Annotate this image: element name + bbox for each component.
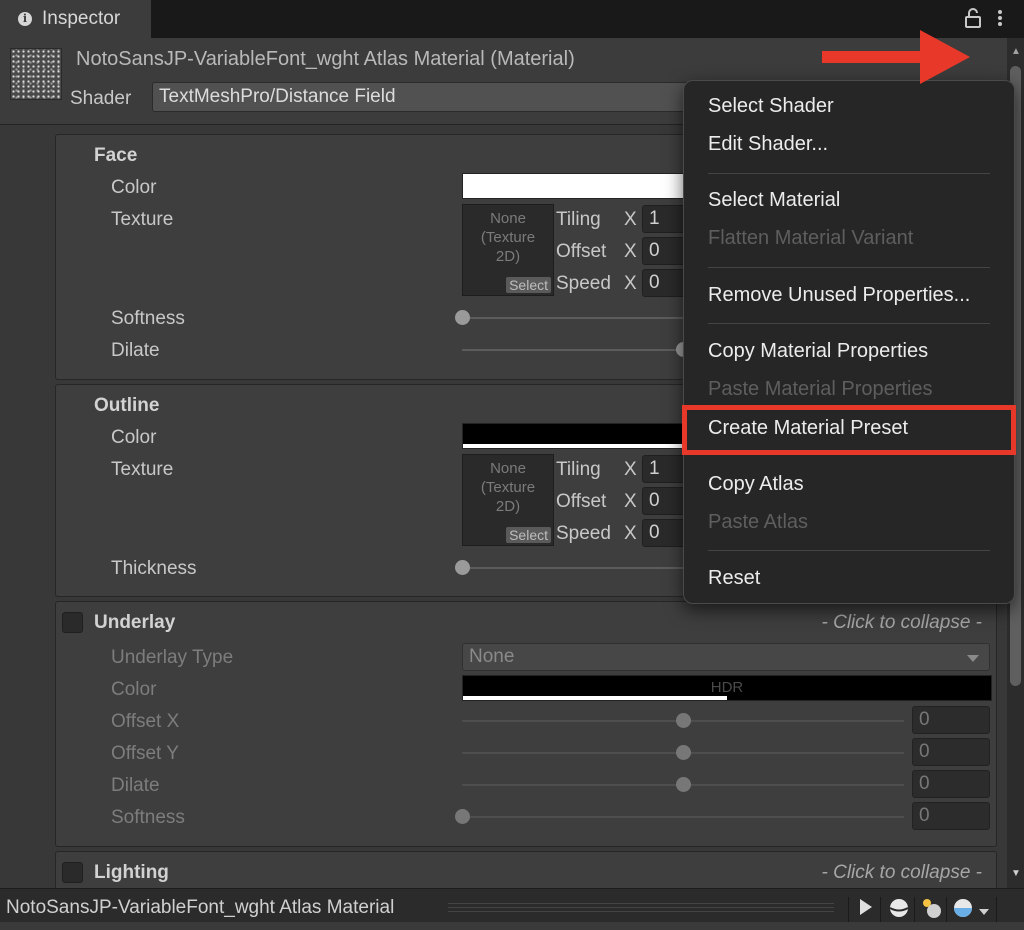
menu-item-flatten-material-variant: Flatten Material Variant bbox=[708, 227, 914, 249]
underlay-type-dropdown[interactable]: None bbox=[462, 643, 990, 671]
face-tiling-x-label: X bbox=[624, 209, 637, 230]
face-speed-label: Speed bbox=[556, 273, 611, 294]
underlay-collapse-text[interactable]: - Click to collapse - bbox=[822, 612, 983, 634]
menu-item-select-material[interactable]: Select Material bbox=[708, 189, 840, 212]
outline-texture-label: Texture bbox=[111, 459, 174, 480]
underlay-type-value: None bbox=[469, 646, 515, 667]
outline-color-label: Color bbox=[111, 427, 157, 448]
divider bbox=[914, 897, 915, 923]
underlay-offset-x-slider[interactable] bbox=[462, 713, 904, 728]
underlay-softness-slider[interactable] bbox=[455, 809, 904, 824]
underlay-dilate-slider[interactable] bbox=[462, 777, 904, 792]
outline-texture-select-button[interactable]: Select bbox=[506, 527, 551, 543]
outline-offset-x-label: X bbox=[624, 491, 637, 512]
outline-tiling-label: Tiling bbox=[556, 459, 601, 480]
menu-separator bbox=[708, 323, 990, 324]
annotation-arrow-icon bbox=[822, 30, 970, 84]
texture-none-text: None (Texture 2D) bbox=[480, 210, 536, 265]
skybox-icon[interactable] bbox=[952, 897, 976, 924]
face-speed-x-label: X bbox=[624, 273, 637, 294]
outline-texture-slot[interactable]: None (Texture 2D) Select bbox=[462, 454, 554, 546]
outline-tiling-x-label: X bbox=[624, 459, 637, 480]
underlay-softness-field[interactable]: 0 bbox=[912, 802, 990, 830]
lighting-collapse-text[interactable]: - Click to collapse - bbox=[822, 862, 983, 884]
underlay-offset-y-label: Offset Y bbox=[111, 743, 179, 764]
menu-separator bbox=[708, 173, 990, 174]
menu-item-copy-atlas[interactable]: Copy Atlas bbox=[708, 473, 804, 496]
menu-item-edit-shader[interactable]: Edit Shader... bbox=[708, 133, 828, 156]
divider bbox=[880, 897, 881, 923]
divider bbox=[946, 897, 947, 923]
play-icon[interactable] bbox=[858, 897, 874, 922]
shader-label: Shader bbox=[70, 88, 132, 109]
slider-knob[interactable] bbox=[676, 713, 691, 728]
material-thumbnail bbox=[10, 48, 62, 100]
lighting-toggle-checkbox[interactable] bbox=[62, 862, 83, 883]
sphere-icon[interactable] bbox=[888, 897, 910, 924]
tab-inspector[interactable]: i Inspector bbox=[0, 0, 152, 38]
slider-knob[interactable] bbox=[455, 809, 470, 824]
shader-dropdown[interactable]: TextMeshPro/Distance Field bbox=[152, 82, 712, 112]
face-offset-label: Offset bbox=[556, 241, 607, 262]
slider-knob[interactable] bbox=[455, 310, 470, 325]
underlay-offset-y-field[interactable]: 0 bbox=[912, 738, 990, 766]
material-title: NotoSansJP-VariableFont_wght Atlas Mater… bbox=[76, 48, 575, 70]
lighting-title[interactable]: Lighting bbox=[94, 862, 169, 884]
underlay-color-field[interactable]: HDR bbox=[462, 675, 992, 701]
face-offset-x-label: X bbox=[624, 241, 637, 262]
tab-menu-kebab-icon[interactable] bbox=[996, 8, 1004, 33]
underlay-offset-y-slider[interactable] bbox=[462, 745, 904, 760]
slider-knob[interactable] bbox=[676, 745, 691, 760]
divider bbox=[996, 897, 997, 923]
slider-knob[interactable] bbox=[676, 777, 691, 792]
menu-item-paste-material-properties: Paste Material Properties bbox=[708, 378, 933, 400]
underlay-section: Underlay - Click to collapse - Underlay … bbox=[55, 601, 997, 847]
annotation-highlight-box bbox=[682, 405, 1016, 455]
underlay-title[interactable]: Underlay bbox=[94, 612, 175, 634]
underlay-offset-x-field[interactable]: 0 bbox=[912, 706, 990, 734]
face-texture-slot[interactable]: None (Texture 2D) Select bbox=[462, 204, 554, 296]
slider-knob[interactable] bbox=[455, 560, 470, 575]
outline-speed-x-label: X bbox=[624, 523, 637, 544]
chevron-down-icon[interactable] bbox=[978, 901, 990, 922]
outline-thickness-label: Thickness bbox=[111, 558, 197, 579]
lighting-section: Lighting - Click to collapse - bbox=[55, 851, 997, 891]
underlay-color-label: Color bbox=[111, 679, 157, 700]
underlay-dilate-label: Dilate bbox=[111, 775, 160, 796]
outline-title[interactable]: Outline bbox=[94, 395, 159, 417]
outline-offset-label: Offset bbox=[556, 491, 607, 512]
scroll-down-icon[interactable]: ▼ bbox=[1011, 868, 1021, 879]
underlay-softness-label: Softness bbox=[111, 807, 185, 828]
menu-item-select-shader[interactable]: Select Shader bbox=[708, 95, 834, 118]
context-menu: Select Shader Edit Shader... Select Mate… bbox=[683, 80, 1015, 604]
chevron-down-icon bbox=[967, 655, 979, 662]
underlay-offset-x-label: Offset X bbox=[111, 711, 180, 732]
menu-item-remove-unused-properties[interactable]: Remove Unused Properties... bbox=[708, 284, 970, 307]
divider bbox=[848, 897, 849, 923]
underlay-toggle-checkbox[interactable] bbox=[62, 612, 83, 633]
tab-title: Inspector bbox=[42, 8, 121, 29]
face-tiling-label: Tiling bbox=[556, 209, 601, 230]
menu-item-reset[interactable]: Reset bbox=[708, 567, 760, 590]
menu-item-paste-atlas: Paste Atlas bbox=[708, 511, 809, 533]
face-color-label: Color bbox=[111, 177, 157, 198]
face-softness-label: Softness bbox=[111, 308, 185, 329]
underlay-type-label: Underlay Type bbox=[111, 647, 234, 668]
menu-separator bbox=[708, 267, 990, 268]
face-dilate-label: Dilate bbox=[111, 340, 160, 361]
menu-item-copy-material-properties[interactable]: Copy Material Properties bbox=[708, 340, 928, 363]
scroll-up-icon[interactable]: ▲ bbox=[1011, 46, 1021, 57]
face-title[interactable]: Face bbox=[94, 145, 137, 167]
window-bottom-edge bbox=[0, 922, 1024, 930]
texture-none-text: None (Texture 2D) bbox=[480, 460, 536, 515]
hdr-label: HDR bbox=[710, 679, 744, 696]
info-icon: i bbox=[18, 12, 32, 26]
underlay-dilate-field[interactable]: 0 bbox=[912, 770, 990, 798]
preview-title: NotoSansJP-VariableFont_wght Atlas Mater… bbox=[6, 897, 395, 918]
outline-speed-label: Speed bbox=[556, 523, 611, 544]
menu-separator bbox=[708, 550, 990, 551]
resize-grip[interactable] bbox=[448, 903, 834, 915]
face-texture-label: Texture bbox=[111, 209, 174, 230]
face-texture-select-button[interactable]: Select bbox=[506, 277, 551, 293]
